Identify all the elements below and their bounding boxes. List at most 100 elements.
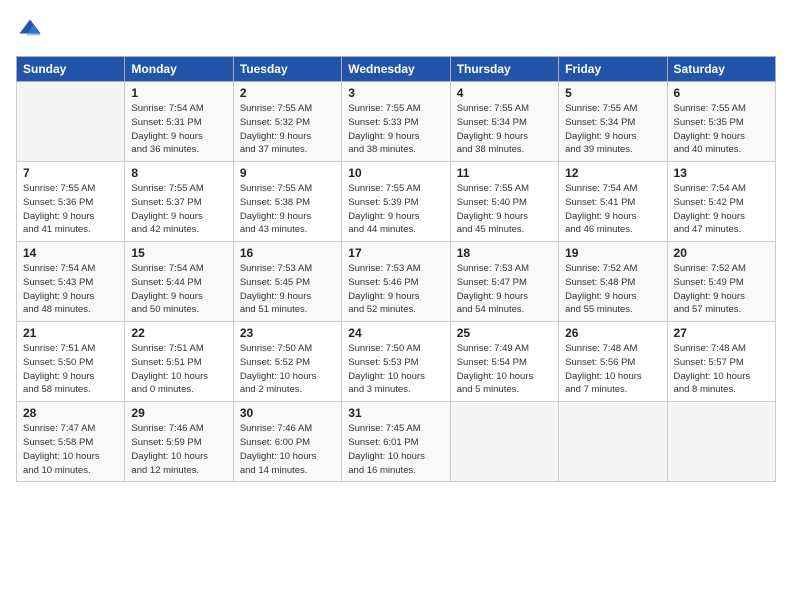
day-number: 20	[674, 246, 769, 260]
day-info: Sunrise: 7:53 AM Sunset: 5:47 PM Dayligh…	[457, 262, 552, 317]
day-info: Sunrise: 7:55 AM Sunset: 5:39 PM Dayligh…	[348, 182, 443, 237]
weekday-header-friday: Friday	[559, 57, 667, 82]
day-number: 29	[131, 406, 226, 420]
day-number: 17	[348, 246, 443, 260]
day-info: Sunrise: 7:51 AM Sunset: 5:50 PM Dayligh…	[23, 342, 118, 397]
day-cell: 27Sunrise: 7:48 AM Sunset: 5:57 PM Dayli…	[667, 322, 775, 402]
day-info: Sunrise: 7:47 AM Sunset: 5:58 PM Dayligh…	[23, 422, 118, 477]
day-cell: 6Sunrise: 7:55 AM Sunset: 5:35 PM Daylig…	[667, 82, 775, 162]
day-number: 5	[565, 86, 660, 100]
day-cell: 5 Sunrise: 7:55 AM Sunset: 5:34 PM Daylig…	[559, 82, 667, 162]
day-cell: 4 Sunrise: 7:55 AM Sunset: 5:34 PM Daylig…	[450, 82, 558, 162]
logo	[16, 16, 48, 44]
day-cell	[559, 402, 667, 482]
day-info: Sunrise: 7:54 AM Sunset: 5:31 PM Dayligh…	[131, 102, 226, 157]
logo-icon	[16, 16, 44, 44]
day-cell: 31 Sunrise: 7:45 AM Sunset: 6:01 PM Dayli…	[342, 402, 450, 482]
day-number: 26	[565, 326, 660, 340]
weekday-header-row: SundayMondayTuesdayWednesdayThursdayFrid…	[17, 57, 776, 82]
day-cell: 10Sunrise: 7:55 AM Sunset: 5:39 PM Dayli…	[342, 162, 450, 242]
day-cell: 18 Sunrise: 7:53 AM Sunset: 5:47 PM Dayli…	[450, 242, 558, 322]
day-cell: 9 Sunrise: 7:55 AM Sunset: 5:38 PM Daylig…	[233, 162, 341, 242]
day-info: Sunrise: 7:46 AM Sunset: 6:00 PM Dayligh…	[240, 422, 335, 477]
week-row-0: 1 Sunrise: 7:54 AM Sunset: 5:31 PM Daylig…	[17, 82, 776, 162]
day-number: 31	[348, 406, 443, 420]
day-number: 19	[565, 246, 660, 260]
day-info: Sunrise: 7:55 AM Sunset: 5:37 PM Dayligh…	[131, 182, 226, 237]
day-cell: 7 Sunrise: 7:55 AM Sunset: 5:36 PM Daylig…	[17, 162, 125, 242]
day-number: 28	[23, 406, 118, 420]
day-info: Sunrise: 7:52 AM Sunset: 5:49 PM Dayligh…	[674, 262, 769, 317]
day-info: Sunrise: 7:54 AM Sunset: 5:44 PM Dayligh…	[131, 262, 226, 317]
week-row-1: 7 Sunrise: 7:55 AM Sunset: 5:36 PM Daylig…	[17, 162, 776, 242]
day-info: Sunrise: 7:54 AM Sunset: 5:43 PM Dayligh…	[23, 262, 118, 317]
day-info: Sunrise: 7:55 AM Sunset: 5:40 PM Dayligh…	[457, 182, 552, 237]
day-cell: 15 Sunrise: 7:54 AM Sunset: 5:44 PM Dayli…	[125, 242, 233, 322]
day-cell: 20 Sunrise: 7:52 AM Sunset: 5:49 PM Dayli…	[667, 242, 775, 322]
day-info: Sunrise: 7:55 AM Sunset: 5:38 PM Dayligh…	[240, 182, 335, 237]
day-number: 21	[23, 326, 118, 340]
day-info: Sunrise: 7:52 AM Sunset: 5:48 PM Dayligh…	[565, 262, 660, 317]
day-info: Sunrise: 7:48 AM Sunset: 5:57 PM Dayligh…	[674, 342, 769, 397]
day-info: Sunrise: 7:51 AM Sunset: 5:51 PM Dayligh…	[131, 342, 226, 397]
day-cell	[450, 402, 558, 482]
day-number: 23	[240, 326, 335, 340]
day-cell: 26Sunrise: 7:48 AM Sunset: 5:56 PM Dayli…	[559, 322, 667, 402]
day-info: Sunrise: 7:55 AM Sunset: 5:33 PM Dayligh…	[348, 102, 443, 157]
day-number: 2	[240, 86, 335, 100]
day-cell: 1 Sunrise: 7:54 AM Sunset: 5:31 PM Daylig…	[125, 82, 233, 162]
day-cell	[17, 82, 125, 162]
day-info: Sunrise: 7:54 AM Sunset: 5:41 PM Dayligh…	[565, 182, 660, 237]
calendar: SundayMondayTuesdayWednesdayThursdayFrid…	[16, 56, 776, 482]
day-number: 13	[674, 166, 769, 180]
day-cell	[667, 402, 775, 482]
day-number: 8	[131, 166, 226, 180]
weekday-header-wednesday: Wednesday	[342, 57, 450, 82]
day-info: Sunrise: 7:53 AM Sunset: 5:46 PM Dayligh…	[348, 262, 443, 317]
header	[16, 16, 776, 44]
day-cell: 22Sunrise: 7:51 AM Sunset: 5:51 PM Dayli…	[125, 322, 233, 402]
day-number: 25	[457, 326, 552, 340]
day-number: 1	[131, 86, 226, 100]
day-cell: 19 Sunrise: 7:52 AM Sunset: 5:48 PM Dayli…	[559, 242, 667, 322]
weekday-header-saturday: Saturday	[667, 57, 775, 82]
day-info: Sunrise: 7:55 AM Sunset: 5:35 PM Dayligh…	[674, 102, 769, 157]
day-info: Sunrise: 7:45 AM Sunset: 6:01 PM Dayligh…	[348, 422, 443, 477]
week-row-4: 28 Sunrise: 7:47 AM Sunset: 5:58 PM Dayli…	[17, 402, 776, 482]
weekday-header-monday: Monday	[125, 57, 233, 82]
day-cell: 25Sunrise: 7:49 AM Sunset: 5:54 PM Dayli…	[450, 322, 558, 402]
day-info: Sunrise: 7:46 AM Sunset: 5:59 PM Dayligh…	[131, 422, 226, 477]
day-number: 18	[457, 246, 552, 260]
day-info: Sunrise: 7:54 AM Sunset: 5:42 PM Dayligh…	[674, 182, 769, 237]
day-info: Sunrise: 7:55 AM Sunset: 5:34 PM Dayligh…	[457, 102, 552, 157]
weekday-header-tuesday: Tuesday	[233, 57, 341, 82]
day-number: 4	[457, 86, 552, 100]
day-cell: 14 Sunrise: 7:54 AM Sunset: 5:43 PM Dayli…	[17, 242, 125, 322]
day-cell: 12Sunrise: 7:54 AM Sunset: 5:41 PM Dayli…	[559, 162, 667, 242]
day-number: 9	[240, 166, 335, 180]
day-cell: 3 Sunrise: 7:55 AM Sunset: 5:33 PM Daylig…	[342, 82, 450, 162]
day-cell: 11Sunrise: 7:55 AM Sunset: 5:40 PM Dayli…	[450, 162, 558, 242]
day-cell: 29 Sunrise: 7:46 AM Sunset: 5:59 PM Dayli…	[125, 402, 233, 482]
day-number: 7	[23, 166, 118, 180]
day-cell: 30 Sunrise: 7:46 AM Sunset: 6:00 PM Dayli…	[233, 402, 341, 482]
weekday-header-sunday: Sunday	[17, 57, 125, 82]
day-cell: 24 Sunrise: 7:50 AM Sunset: 5:53 PM Dayli…	[342, 322, 450, 402]
week-row-2: 14 Sunrise: 7:54 AM Sunset: 5:43 PM Dayli…	[17, 242, 776, 322]
day-number: 3	[348, 86, 443, 100]
day-cell: 21 Sunrise: 7:51 AM Sunset: 5:50 PM Dayli…	[17, 322, 125, 402]
day-cell: 16Sunrise: 7:53 AM Sunset: 5:45 PM Dayli…	[233, 242, 341, 322]
day-number: 14	[23, 246, 118, 260]
day-number: 30	[240, 406, 335, 420]
day-cell: 23 Sunrise: 7:50 AM Sunset: 5:52 PM Dayli…	[233, 322, 341, 402]
day-info: Sunrise: 7:50 AM Sunset: 5:53 PM Dayligh…	[348, 342, 443, 397]
day-info: Sunrise: 7:50 AM Sunset: 5:52 PM Dayligh…	[240, 342, 335, 397]
day-info: Sunrise: 7:55 AM Sunset: 5:32 PM Dayligh…	[240, 102, 335, 157]
day-cell: 13 Sunrise: 7:54 AM Sunset: 5:42 PM Dayli…	[667, 162, 775, 242]
day-info: Sunrise: 7:55 AM Sunset: 5:36 PM Dayligh…	[23, 182, 118, 237]
day-cell: 2 Sunrise: 7:55 AM Sunset: 5:32 PM Daylig…	[233, 82, 341, 162]
day-info: Sunrise: 7:55 AM Sunset: 5:34 PM Dayligh…	[565, 102, 660, 157]
day-cell: 28 Sunrise: 7:47 AM Sunset: 5:58 PM Dayli…	[17, 402, 125, 482]
day-number: 24	[348, 326, 443, 340]
day-number: 15	[131, 246, 226, 260]
